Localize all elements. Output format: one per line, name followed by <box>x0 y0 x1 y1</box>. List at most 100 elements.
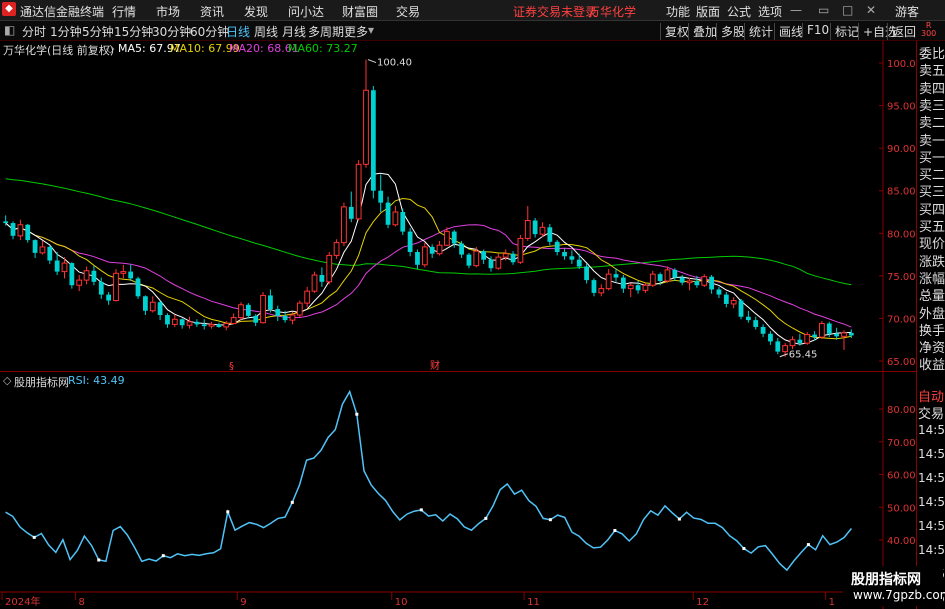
quote-label: 卖四 <box>919 81 945 97</box>
tab-trade[interactable]: 交易 <box>918 403 944 422</box>
rsi-indicator-title[interactable]: 股朋指标网 <box>14 374 69 390</box>
candle-body <box>488 259 494 269</box>
quote-label: 换手 <box>919 323 945 339</box>
rsi-point-marker <box>742 547 746 551</box>
candle-body <box>25 224 31 241</box>
candle-body <box>819 323 825 338</box>
candle-body <box>415 252 420 265</box>
trade-time: 14:56 <box>918 543 945 557</box>
candle-body <box>591 280 597 293</box>
candle-body <box>201 324 207 327</box>
candle-body <box>275 309 281 316</box>
candle-body <box>745 316 751 321</box>
panel-divider <box>0 371 916 372</box>
price-tick-label: 85.00 <box>887 187 916 198</box>
candle-body <box>709 276 714 290</box>
candle-body <box>10 223 16 236</box>
quote-label: 卖三 <box>919 98 945 114</box>
high-pointer <box>367 59 377 64</box>
candle-body <box>186 321 193 326</box>
candle-body <box>208 323 215 327</box>
rsi-point-marker <box>484 516 488 520</box>
candle-body <box>664 269 671 282</box>
candle-body <box>723 294 729 304</box>
quote-label: 现价 <box>919 237 945 253</box>
candle-body <box>539 226 546 235</box>
candle-body <box>149 301 156 312</box>
candle-body <box>605 273 612 290</box>
candle-body <box>753 320 759 327</box>
rsi-tick-label: 80.00 <box>887 405 916 416</box>
candle-body <box>143 296 148 311</box>
candle-body <box>17 224 24 237</box>
candle-body <box>657 274 663 281</box>
candle-body <box>39 246 46 254</box>
candle-body <box>635 285 641 291</box>
kline-chart[interactable]: 100.0 95.00 90.00 85.00 80.00 75.00 70.00 65.00… <box>0 0 916 609</box>
quote-label: 收益 <box>919 358 945 374</box>
trade-time: 14:56 <box>918 495 945 509</box>
candle-body <box>481 251 487 260</box>
rsi-point-marker <box>419 508 423 512</box>
candle-body <box>826 323 832 334</box>
candle-body <box>502 253 509 258</box>
candle-body <box>679 277 685 283</box>
candle-body <box>797 339 803 344</box>
candle-body <box>547 227 553 242</box>
candle-body <box>686 280 693 284</box>
quote-label: 涨幅 <box>919 271 945 287</box>
price-tick-label: 75.00 <box>887 272 916 283</box>
candle-body <box>3 221 9 224</box>
candle-body <box>789 339 796 347</box>
candle-body <box>775 341 781 352</box>
trade-time: 14:56 <box>918 471 945 485</box>
low-price-label: 65.45 <box>789 350 818 361</box>
rsi-point-marker <box>32 535 36 539</box>
candle-body <box>296 302 303 316</box>
price-tick-label: 80.00 <box>887 229 916 240</box>
corner-indicator: R 300 <box>921 21 937 38</box>
candle-body <box>627 284 634 290</box>
rsi-point-marker <box>677 517 681 521</box>
candle-body <box>378 190 384 203</box>
trade-time: 14:56 <box>918 447 945 461</box>
watermark-title: 股朋指标网 <box>851 572 921 588</box>
price-tick-label: 70.00 <box>887 314 916 325</box>
candle-body <box>392 211 399 226</box>
rsi-point-marker <box>290 500 294 504</box>
candle-body <box>532 220 538 235</box>
price-tick-label: 100.0 <box>887 59 916 70</box>
candle-body <box>407 231 413 253</box>
candle-body <box>311 274 318 292</box>
rsi-value: RSI: 43.49 <box>68 374 125 387</box>
candle-body <box>620 277 626 289</box>
time-tick-label: 12 <box>696 597 709 608</box>
rsi-tick-label: 60.00 <box>887 471 916 482</box>
candle-body <box>421 246 428 266</box>
candle-body <box>466 254 472 266</box>
candle-body <box>834 333 840 337</box>
candle-body <box>120 271 127 274</box>
price-tick-label: 95.00 <box>887 102 916 113</box>
trade-time: 14:56 <box>918 423 945 437</box>
time-tick-label: 1 <box>829 597 835 608</box>
candle-body <box>128 271 134 279</box>
ma5-line <box>5 172 852 345</box>
quote-label: 买五 <box>919 220 945 235</box>
candle-body <box>157 302 163 316</box>
quote-label: 买四 <box>919 202 945 218</box>
time-tick-label: 9 <box>240 597 246 608</box>
candle-body <box>385 202 391 225</box>
time-tick-label: 2024年 <box>5 595 40 608</box>
candle-body <box>768 333 773 342</box>
candle-body <box>517 237 524 263</box>
candle-body <box>238 304 244 319</box>
candle-body <box>61 262 68 273</box>
candle-body <box>223 323 230 328</box>
candle-body <box>760 326 766 334</box>
candle-body <box>400 212 406 232</box>
rsi-toggle-icon[interactable]: ◇ <box>3 374 11 387</box>
candle-body <box>451 231 457 244</box>
quote-label: 买二 <box>919 168 945 184</box>
candle-body <box>459 243 464 255</box>
